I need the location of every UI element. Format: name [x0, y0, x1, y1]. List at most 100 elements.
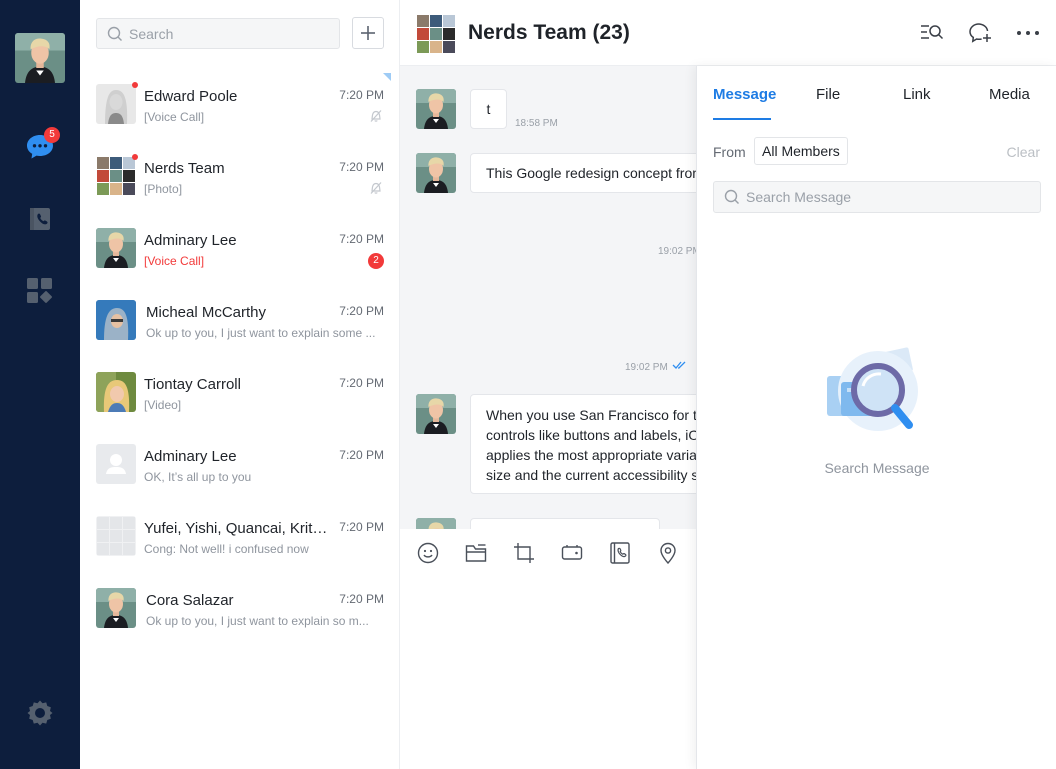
voice-call-button[interactable] [609, 542, 631, 564]
conversation-item[interactable]: Adminary Lee 7:20 PM [Voice Call] 2 [80, 220, 400, 292]
search-icon [107, 26, 122, 41]
conversation-name: Yufei, Yishi, Quancai, Krit, ... [144, 520, 328, 537]
video-call-button[interactable] [561, 542, 583, 564]
more-options-button[interactable] [1016, 21, 1040, 45]
emoji-button[interactable] [417, 542, 439, 564]
muted-bell-icon [369, 181, 383, 195]
conversation-preview: [Video] [144, 398, 182, 412]
message-bubble[interactable] [470, 518, 660, 529]
unread-dot [132, 82, 138, 88]
nav-rail: 5 [0, 0, 80, 769]
phone-book-icon [610, 542, 630, 564]
search-list-icon [921, 25, 944, 40]
conversation-name: Cora Salazar [146, 592, 234, 609]
screenshot-button[interactable] [513, 542, 535, 564]
search-history-button[interactable] [920, 21, 944, 45]
unread-dot [132, 154, 138, 160]
conversation-item[interactable]: Edward Poole 7:20 PM [Voice Call] [80, 76, 400, 148]
sender-avatar[interactable] [416, 394, 456, 434]
conversation-item[interactable]: Cora Salazar 7:20 PM Ok up to you, I jus… [80, 580, 400, 652]
conversation-search[interactable] [96, 18, 340, 49]
conversation-time: 7:20 PM [339, 304, 384, 318]
conversation-time: 7:20 PM [339, 520, 384, 534]
conversation-name: Micheal McCarthy [146, 304, 267, 321]
apps-grid-icon [27, 278, 52, 303]
message-bubble[interactable]: t [470, 89, 507, 129]
conversation-name: Adminary Lee [144, 232, 237, 249]
gear-icon [27, 700, 53, 726]
video-camera-icon [561, 545, 583, 560]
conversation-item[interactable]: Micheal McCarthy 7:20 PM Ok up to you, I… [80, 292, 400, 364]
chat-header: Nerds Team (23) [400, 0, 1056, 66]
conversation-time: 7:20 PM [339, 88, 384, 102]
message-bubble[interactable]: This Google redesign concept from [470, 153, 730, 193]
chat-add-icon [969, 23, 991, 43]
conversation-preview: Cong: Not well! i confused now [144, 542, 309, 556]
muted-bell-icon [369, 109, 383, 123]
conversation-item[interactable]: Adminary Lee 7:20 PM OK, It’s all up to … [80, 436, 400, 508]
tab-link[interactable]: Link [903, 86, 931, 103]
conversation-preview: [Voice Call] [144, 110, 205, 124]
avatar [96, 372, 136, 412]
empty-state-text: Search Message [824, 460, 930, 476]
conversation-preview: [Photo] [144, 182, 183, 196]
conversation-item[interactable]: Yufei, Yishi, Quancai, Krit, ... 7:20 PM… [80, 508, 400, 580]
conversation-preview: Ok up to you, I just want to explain so … [146, 614, 369, 628]
file-button[interactable] [465, 542, 487, 564]
conversation-preview: [Voice Call] [144, 254, 205, 268]
conversation-preview: Ok up to you, I just want to explain som… [146, 326, 376, 340]
nav-apps-button[interactable] [24, 275, 56, 307]
sender-avatar[interactable] [416, 518, 456, 529]
conversation-item[interactable]: Nerds Team 7:20 PM [Photo] [80, 148, 400, 220]
member-filter-select[interactable]: All Members [754, 137, 848, 165]
group-avatar[interactable] [416, 14, 456, 54]
search-panel: Message File Link Media From All Members… [696, 66, 1056, 769]
avatar [96, 588, 136, 628]
more-dots-icon [1017, 31, 1039, 35]
clear-filter-button[interactable]: Clear [1007, 144, 1040, 160]
tab-media[interactable]: Media [989, 86, 1030, 103]
message-bubble[interactable]: When you use San Francisco for t control… [470, 394, 730, 494]
chat-unread-badge: 5 [44, 127, 60, 143]
message-time: 19:02 PM [658, 246, 701, 257]
conversation-time: 7:20 PM [339, 232, 384, 246]
new-topic-button[interactable] [968, 21, 992, 45]
conversation-list-panel: Edward Poole 7:20 PM [Voice Call] Nerds … [80, 0, 400, 769]
unread-count-badge: 2 [368, 253, 384, 269]
nav-contacts-button[interactable] [24, 203, 56, 235]
sender-avatar[interactable] [416, 89, 456, 129]
conversation-item[interactable]: Tiontay Carroll 7:20 PM [Video] [80, 364, 400, 436]
avatar [96, 156, 136, 196]
message-line: When you use San Francisco for t [486, 407, 697, 423]
location-button[interactable] [657, 542, 679, 564]
tab-file[interactable]: File [816, 86, 840, 103]
location-pin-icon [660, 542, 676, 564]
message-time: 19:02 PM [625, 362, 668, 373]
message-line: controls like buttons and labels, iO [486, 427, 700, 443]
conversation-time: 7:20 PM [339, 448, 384, 462]
plus-icon [361, 26, 375, 40]
avatar [96, 300, 136, 340]
chat-title: Nerds Team (23) [468, 21, 630, 44]
sender-avatar[interactable] [416, 153, 456, 193]
from-label: From [713, 144, 746, 160]
smiley-icon [417, 542, 439, 564]
user-avatar[interactable] [15, 33, 65, 83]
message-search[interactable] [713, 181, 1041, 213]
message-line: size and the current accessibility s [486, 467, 699, 483]
message-search-input[interactable] [746, 189, 1036, 205]
folder-icon [465, 544, 487, 562]
active-tab-indicator [713, 118, 771, 120]
message-line: applies the most appropriate varia [486, 447, 697, 463]
avatar [96, 84, 136, 124]
message-time: 18:58 PM [515, 118, 558, 129]
add-conversation-button[interactable] [352, 17, 384, 49]
conversation-time: 7:20 PM [339, 160, 384, 174]
crop-icon [514, 543, 534, 563]
avatar [96, 516, 136, 556]
conversation-search-input[interactable] [129, 25, 329, 42]
nav-settings-button[interactable] [24, 697, 56, 729]
tab-message[interactable]: Message [713, 86, 776, 103]
conversation-preview: OK, It’s all up to you [144, 470, 252, 484]
avatar [96, 444, 136, 484]
